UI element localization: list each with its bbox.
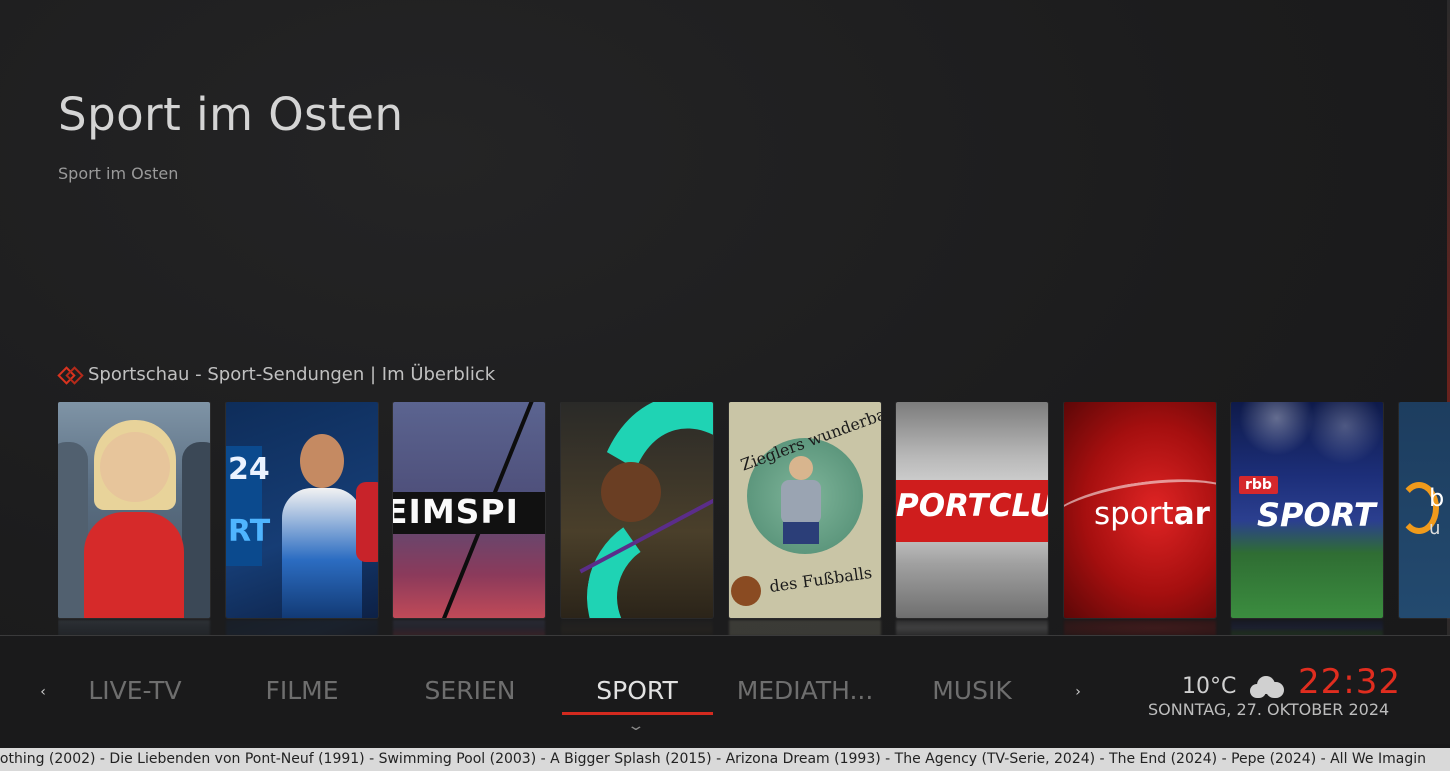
nav-left-arrow-icon[interactable]: ‹ bbox=[36, 684, 50, 700]
tile-sportschau-presenters[interactable] bbox=[58, 402, 210, 618]
tile-reflection bbox=[561, 620, 713, 636]
bottom-navigation: ‹ LIVE-TV FILME SERIEN SPORT MEDIATH... … bbox=[0, 635, 1450, 744]
tile-sportstudio-athletics[interactable] bbox=[561, 402, 713, 618]
stadium-lights bbox=[1231, 402, 1383, 482]
athlete-body bbox=[282, 488, 362, 618]
tile-rbb-sport[interactable]: rbb SPORT bbox=[1231, 402, 1383, 618]
player-shirt bbox=[781, 480, 821, 524]
tile-text: bu bbox=[1429, 484, 1445, 539]
tile-reflection bbox=[896, 620, 1048, 636]
tile-reflection bbox=[1064, 620, 1216, 636]
clock: 22:32 bbox=[1298, 662, 1401, 702]
nav-item-musik[interactable]: MUSIK bbox=[897, 676, 1047, 705]
tile-text: SPORT bbox=[1257, 496, 1376, 534]
nav-item-mediathek[interactable]: MEDIATH... bbox=[730, 676, 880, 705]
cloud-icon bbox=[1250, 675, 1285, 698]
tile-reflection bbox=[729, 620, 881, 636]
date: SONNTAG, 27. OKTOBER 2024 bbox=[1148, 700, 1390, 719]
tile-zieglers-fussball[interactable]: Zieglers wunderbare Welt des Fußballs bbox=[729, 402, 881, 618]
page-subtitle: Sport im Osten bbox=[58, 164, 179, 183]
nav-item-sport[interactable]: SPORT bbox=[562, 676, 712, 705]
row-header: Sportschau - Sport-Sendungen | Im Überbl… bbox=[58, 362, 495, 386]
nav-item-live-tv[interactable]: LIVE-TV bbox=[60, 676, 210, 705]
football bbox=[731, 576, 761, 606]
tile-reflection bbox=[58, 620, 210, 636]
page-title: Sport im Osten bbox=[58, 88, 404, 141]
home-screen: Sport im Osten Sport im Osten Sportschau… bbox=[0, 0, 1450, 771]
chevron-down-icon: ⌄ bbox=[626, 718, 646, 734]
tile-text: sportar bbox=[1094, 496, 1210, 532]
athlete-red-shirt bbox=[356, 482, 378, 562]
tile-row: 24 RT EIMSPI Zieglers wunderbare Welt bbox=[58, 402, 1450, 637]
tile-24-sport[interactable]: 24 RT bbox=[226, 402, 378, 618]
tile-sport-im-ard[interactable]: sportar bbox=[1064, 402, 1216, 618]
kodi-addon-icon bbox=[58, 363, 80, 385]
news-ticker: lothing (2002) - Die Liebenden von Pont-… bbox=[0, 748, 1450, 771]
athlete-head bbox=[601, 462, 661, 522]
rbb-badge: rbb bbox=[1239, 476, 1278, 494]
tile-text: 24 bbox=[228, 452, 270, 487]
weather-widget: 10°C bbox=[1182, 674, 1285, 699]
player-shorts bbox=[783, 522, 819, 544]
nav-item-serien[interactable]: SERIEN bbox=[395, 676, 545, 705]
nav-right-arrow-icon[interactable]: › bbox=[1071, 684, 1085, 700]
presenter-face bbox=[100, 432, 170, 502]
row-label: Sportschau - Sport-Sendungen | Im Überbl… bbox=[88, 363, 496, 385]
temperature: 10°C bbox=[1182, 674, 1237, 699]
tile-reflection bbox=[1231, 620, 1383, 636]
presenter-dress bbox=[84, 512, 184, 618]
nav-item-filme[interactable]: FILME bbox=[227, 676, 377, 705]
active-tab-underline bbox=[562, 712, 713, 715]
tile-br-partial[interactable]: bu bbox=[1399, 402, 1450, 618]
tile-text: EIMSPI bbox=[393, 492, 519, 531]
athlete-head bbox=[300, 434, 344, 488]
tile-reflection bbox=[393, 620, 545, 636]
tile-reflection bbox=[226, 620, 378, 636]
tile-title-bottom: des Fußballs bbox=[768, 562, 874, 597]
tile-text: PORTCLU bbox=[896, 488, 1048, 524]
tile-sportclub[interactable]: PORTCLU bbox=[896, 402, 1048, 618]
tile-heimspiel[interactable]: EIMSPI bbox=[393, 402, 545, 618]
tile-text-secondary: RT bbox=[228, 514, 271, 549]
player-head bbox=[789, 456, 813, 480]
ticker-text: lothing (2002) - Die Liebenden von Pont-… bbox=[0, 751, 1426, 767]
presenter-right bbox=[182, 442, 210, 618]
